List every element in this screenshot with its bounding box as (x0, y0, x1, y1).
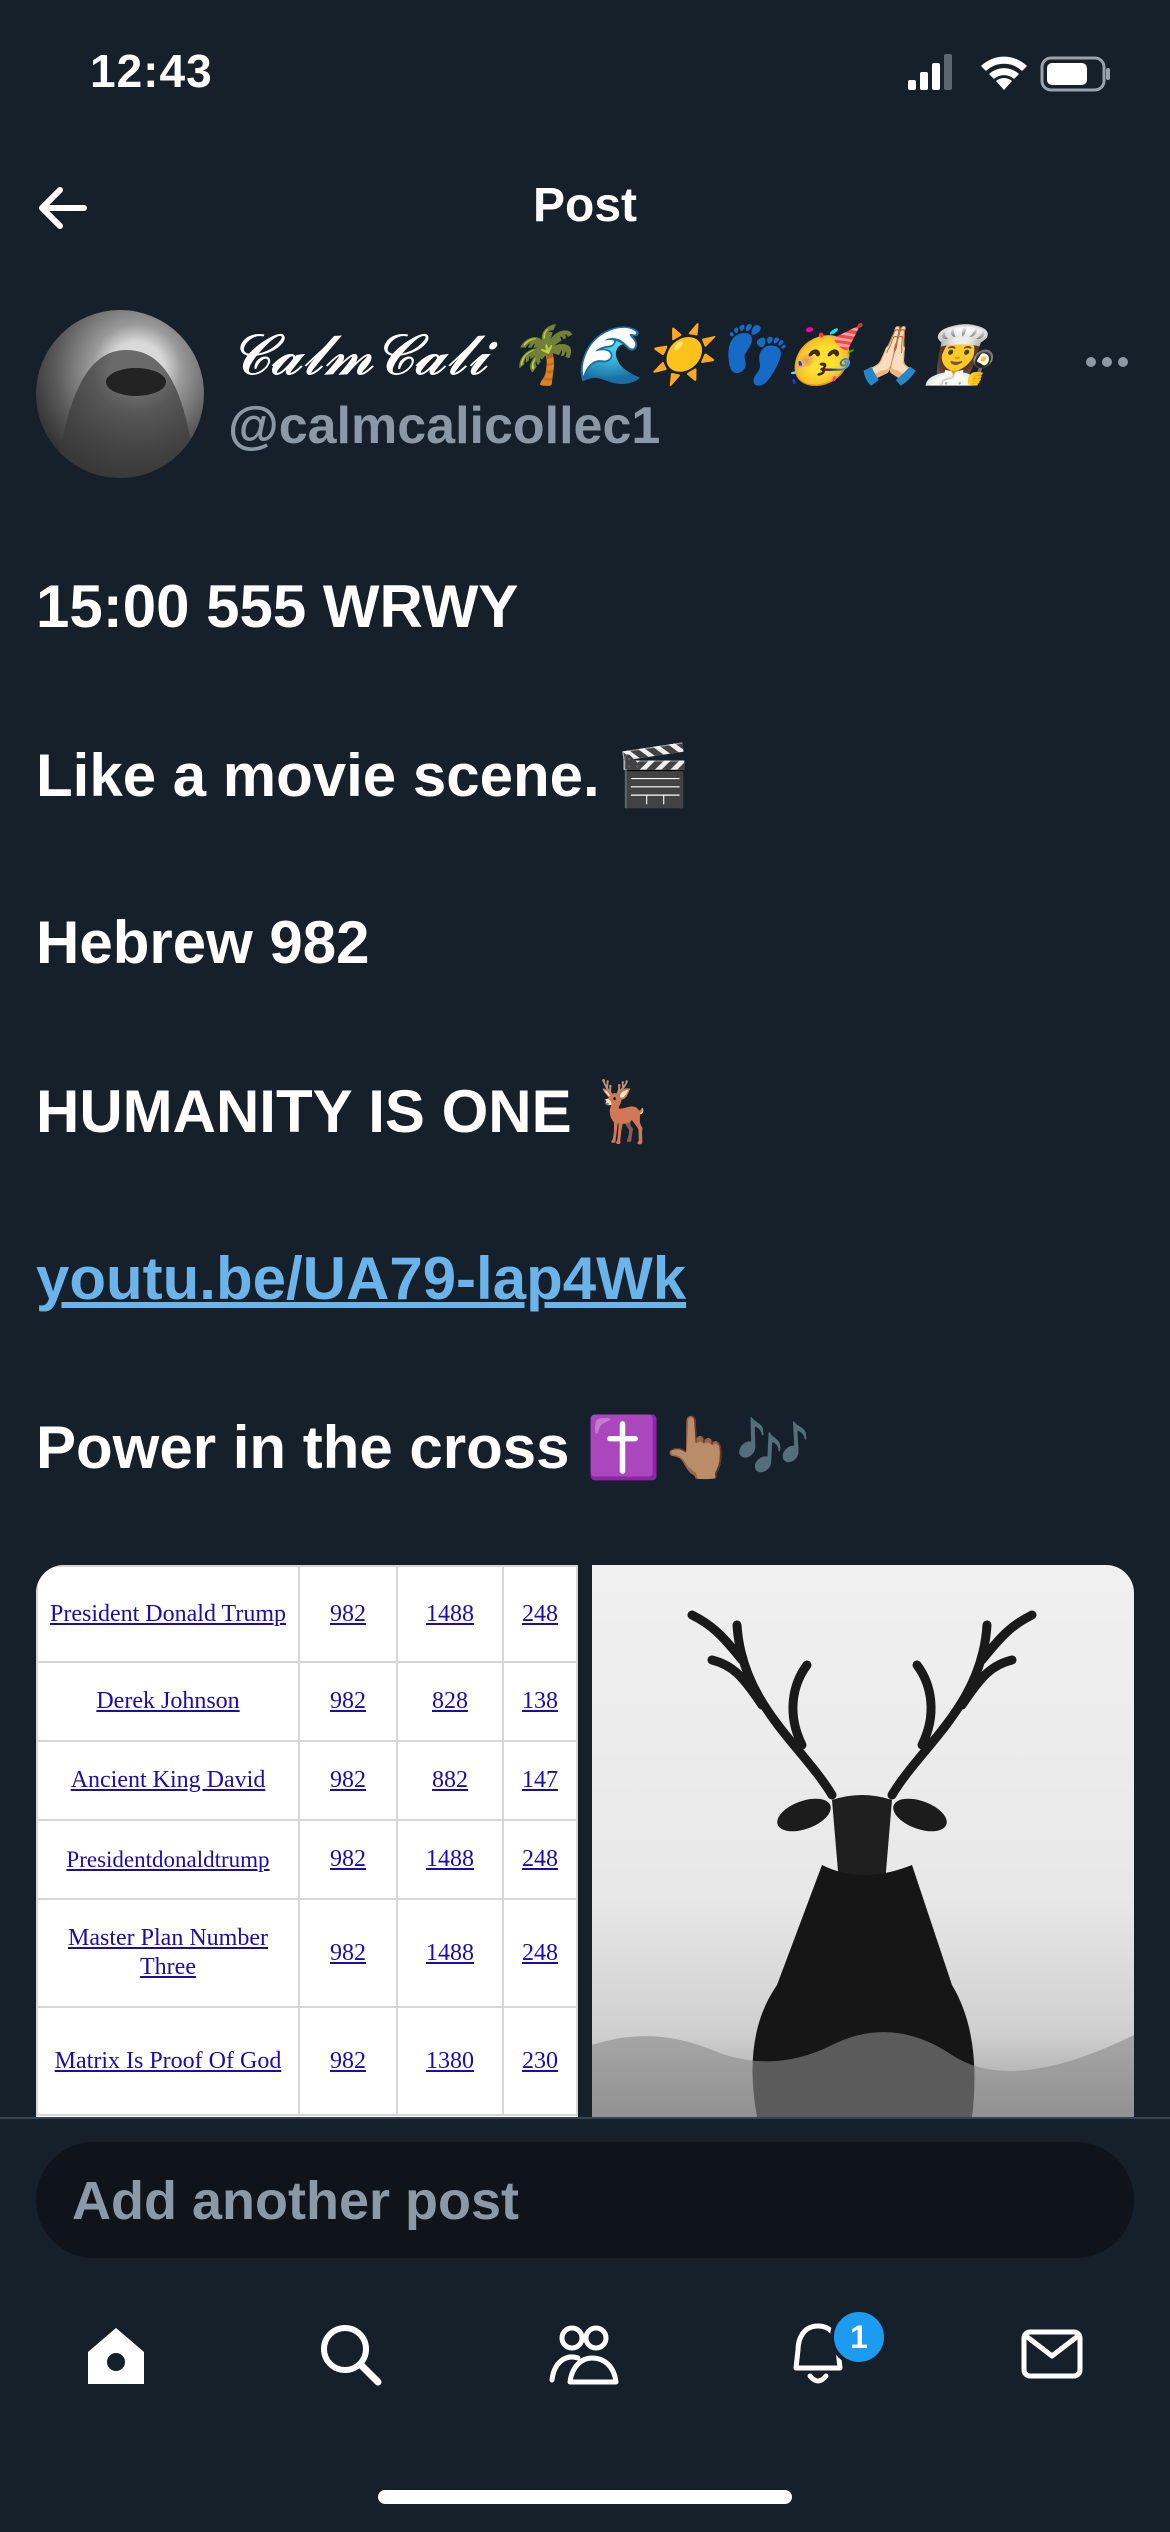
table-cell: Presidentdonaldtrump (36, 1819, 300, 1900)
author-handle[interactable]: @calmcalicollec1 (228, 396, 660, 456)
cellular-signal-icon (908, 54, 952, 90)
table-cell: 982 (298, 1661, 398, 1742)
table-cell: 982 (298, 1819, 398, 1900)
table-cell: 1488 (396, 1565, 504, 1663)
gematria-table: President Donald Trump 982 1488 248 Dere… (36, 1565, 578, 2116)
battery-icon (1040, 56, 1110, 92)
table-cell: Master Plan Number Three (36, 1898, 300, 2008)
author-display-name[interactable]: 𝓒𝓪𝓵𝓶𝓒𝓪𝓵𝓲 🌴🌊☀️👣🥳🙏🏻👩‍🍳 (230, 322, 994, 389)
post-text-line: 15:00 555 WRWY (36, 573, 519, 640)
table-cell: Ancient King David (36, 1740, 300, 1821)
more-options-icon[interactable] (1084, 342, 1130, 382)
table-cell: 248 (502, 1898, 578, 2008)
table-cell: 882 (396, 1740, 504, 1821)
table-cell: 230 (502, 2006, 578, 2116)
home-indicator[interactable] (378, 2490, 792, 2504)
youtube-link[interactable]: youtu.be/UA79-lap4Wk (36, 1244, 686, 1313)
messages-icon[interactable] (1016, 2318, 1088, 2390)
post-text-line: HUMANITY IS ONE 🦌 (36, 1078, 663, 1145)
notification-badge: 1 (830, 2308, 888, 2366)
table-cell: 828 (396, 1661, 504, 1742)
table-cell: 147 (502, 1740, 578, 1821)
media-image-stag[interactable] (592, 1565, 1134, 2117)
stag-illustration (592, 1610, 1134, 2117)
page-title: Post (532, 179, 637, 232)
table-cell: 982 (298, 1565, 398, 1663)
search-icon[interactable] (314, 2318, 386, 2390)
table-cell: President Donald Trump (36, 1565, 300, 1663)
communities-icon[interactable] (548, 2318, 620, 2390)
table-cell: 248 (502, 1565, 578, 1663)
table-cell: Matrix Is Proof Of God (36, 2006, 300, 2116)
reply-placeholder: Add another post (72, 2171, 519, 2231)
media-image-table[interactable]: President Donald Trump 982 1488 248 Dere… (36, 1565, 578, 2117)
post-text-line: Power in the cross ✝️👆🏽🎶 (36, 1414, 811, 1481)
status-time: 12:43 (90, 45, 213, 97)
table-cell: 1488 (396, 1898, 504, 2008)
table-cell: 982 (298, 1898, 398, 2008)
table-cell: 982 (298, 2006, 398, 2116)
avatar-photo (56, 350, 196, 478)
table-cell: 1488 (396, 1819, 504, 1900)
table-cell: 982 (298, 1740, 398, 1821)
post-text-line: Like a movie scene. 🎬 (36, 742, 692, 809)
wifi-icon (981, 56, 1027, 90)
table-cell: 248 (502, 1819, 578, 1900)
table-cell: 1380 (396, 2006, 504, 2116)
home-icon[interactable] (80, 2318, 152, 2390)
table-cell: Derek Johnson (36, 1661, 300, 1742)
post-text-line: Hebrew 982 (36, 909, 370, 976)
table-cell: 138 (502, 1661, 578, 1742)
avatar[interactable] (36, 310, 204, 478)
